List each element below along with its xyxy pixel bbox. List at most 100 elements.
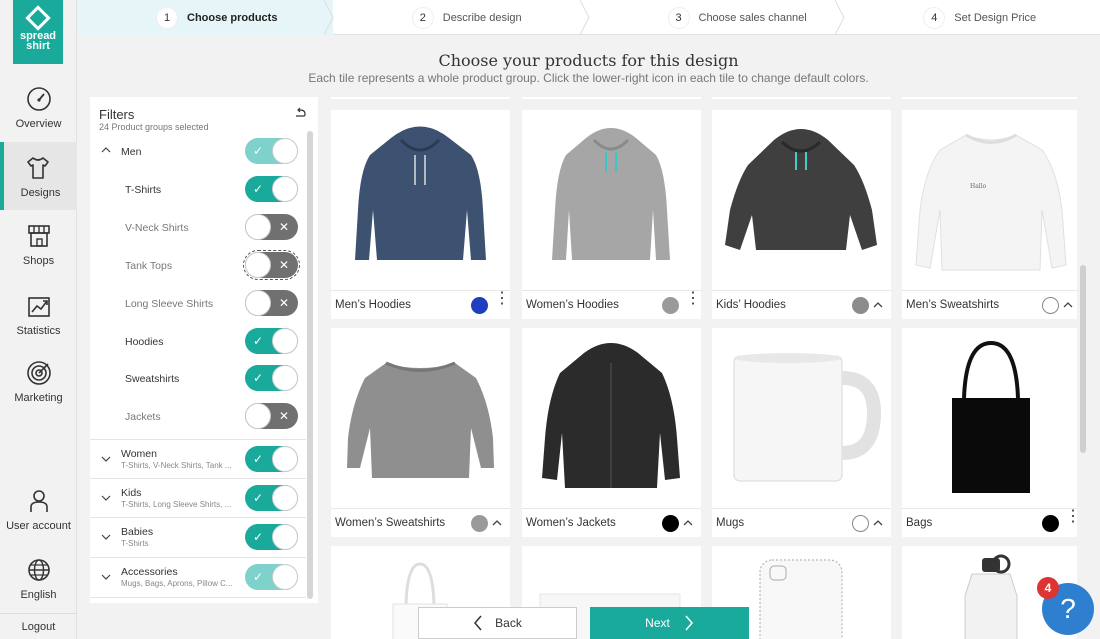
product-tile[interactable]: Men’s Hoodies ⋮	[331, 110, 510, 319]
color-swatch[interactable]	[1042, 515, 1059, 532]
product-tile[interactable]: Women’s Sweatshirts	[331, 328, 510, 537]
step-set-design-price[interactable]: 4 Set Design Price	[844, 0, 1100, 35]
toggle-kids[interactable]: ✓	[245, 485, 298, 511]
toggle-women[interactable]: ✓	[245, 446, 298, 472]
toggle-men-tank-tops[interactable]: ✕	[243, 250, 300, 280]
chevron-up-icon[interactable]	[492, 516, 502, 530]
toggle-men-jackets[interactable]: ✕	[245, 403, 298, 429]
toggle-accessories[interactable]: ✓	[245, 564, 298, 590]
chevron-up-icon[interactable]	[873, 516, 883, 530]
check-icon: ✓	[253, 144, 264, 158]
hoodie-image	[552, 128, 670, 260]
filter-group-babies[interactable]: Babies T-Shirts ✓	[90, 524, 306, 552]
chevron-up-icon[interactable]	[1063, 298, 1073, 312]
divider	[90, 557, 306, 558]
more-icon[interactable]: ⋮	[1065, 509, 1077, 525]
step-describe-design[interactable]: 2 Describe design	[333, 0, 590, 35]
chevron-down-icon[interactable]	[101, 495, 111, 501]
chevron-up-icon[interactable]	[101, 147, 111, 153]
logo-diamond-icon	[25, 5, 51, 31]
product-tile[interactable]: Women’s Hoodies ⋮	[522, 110, 701, 319]
toggle-men-hoodies[interactable]: ✓	[245, 328, 298, 354]
color-swatch[interactable]	[852, 297, 869, 314]
jacket-image	[542, 343, 680, 488]
product-tile[interactable]: Women’s Jackets	[522, 328, 701, 537]
filter-item-vneck-shirts: V-Neck Shirts ✕	[90, 214, 306, 242]
logout-link[interactable]: Logout	[0, 613, 77, 639]
check-icon: ✓	[253, 491, 264, 505]
speedometer-icon	[26, 87, 51, 111]
storefront-icon	[27, 225, 50, 247]
color-swatch[interactable]	[471, 515, 488, 532]
nav-item-shops[interactable]: Shops	[0, 223, 77, 291]
nav-item-statistics[interactable]: Statistics	[0, 293, 77, 361]
product-tile[interactable]: Bags ⋮	[902, 328, 1077, 537]
chevron-left-icon	[474, 615, 482, 631]
color-swatch[interactable]	[1042, 297, 1059, 314]
nav-item-user-account[interactable]: User account	[0, 488, 77, 556]
color-swatch[interactable]	[852, 515, 869, 532]
filter-item-tshirts: T-Shirts ✓	[90, 176, 306, 204]
x-icon: ✕	[278, 258, 289, 272]
chevron-up-icon[interactable]	[683, 516, 693, 530]
chevron-down-icon[interactable]	[101, 456, 111, 462]
chevron-up-icon[interactable]	[873, 298, 883, 312]
filter-item-long-sleeve: Long Sleeve Shirts ✕	[90, 290, 306, 318]
divider	[90, 517, 306, 518]
next-button[interactable]: Next	[590, 607, 749, 639]
hoodie-image	[355, 126, 486, 260]
filters-title: Filters	[99, 107, 135, 122]
divider	[90, 478, 306, 479]
check-icon: ✓	[253, 334, 264, 348]
chevron-down-icon[interactable]	[101, 574, 111, 580]
spreadshirt-logo[interactable]: spread shirt	[13, 0, 63, 64]
filter-group-men[interactable]: Men ✓	[90, 138, 306, 166]
grid-scrollbar[interactable]	[1080, 265, 1086, 453]
step-choose-sales-channel[interactable]: 3 Choose sales channel	[589, 0, 845, 35]
left-nav: spread shirt Overview Designs Shops Stat…	[0, 0, 77, 639]
toggle-men-long-sleeve[interactable]: ✕	[245, 290, 298, 316]
more-icon[interactable]: ⋮	[685, 291, 701, 307]
globe-icon	[27, 559, 50, 581]
bag-image	[952, 340, 1030, 493]
product-image	[712, 110, 891, 290]
product-image	[522, 328, 701, 508]
divider	[90, 597, 306, 598]
product-tile[interactable]: Mugs	[712, 328, 891, 537]
color-swatch[interactable]	[662, 515, 679, 532]
step-choose-products[interactable]: 1 Choose products	[77, 0, 334, 35]
product-image	[712, 328, 891, 508]
check-icon: ✓	[253, 570, 264, 584]
product-tile-partial	[902, 97, 1077, 99]
filters-scrollbar[interactable]	[307, 131, 313, 599]
toggle-men-vneck[interactable]: ✕	[245, 214, 298, 240]
product-image	[331, 328, 510, 508]
filter-item-sweatshirts: Sweatshirts ✓	[90, 365, 306, 393]
nav-item-designs[interactable]: Designs	[0, 142, 77, 210]
hoodie-image	[725, 129, 877, 250]
check-icon: ✓	[253, 182, 264, 196]
product-tile[interactable]: Hallo Men’s Sweatshirts	[902, 110, 1077, 319]
toggle-men-tshirts[interactable]: ✓	[245, 176, 298, 202]
back-button[interactable]: Back	[418, 607, 577, 639]
more-icon[interactable]: ⋮	[494, 291, 510, 307]
toggle-babies[interactable]: ✓	[245, 524, 298, 550]
color-swatch[interactable]	[662, 297, 679, 314]
wizard-steps: 1 Choose products 2 Describe design 3 Ch…	[77, 0, 1100, 35]
reset-icon[interactable]	[294, 107, 306, 119]
filter-group-accessories[interactable]: Accessories Mugs, Bags, Aprons, Pillow C…	[90, 564, 306, 592]
product-tile-partial	[522, 97, 701, 99]
product-tile[interactable]: Kids’ Hoodies	[712, 110, 891, 319]
nav-item-marketing[interactable]: Marketing	[0, 360, 77, 428]
color-swatch[interactable]	[471, 297, 488, 314]
chevron-down-icon[interactable]	[101, 534, 111, 540]
product-image: Hallo	[902, 110, 1077, 290]
toggle-men-sweatshirts[interactable]: ✓	[245, 365, 298, 391]
user-icon	[29, 490, 48, 512]
mug-image	[733, 353, 882, 482]
x-icon: ✕	[278, 296, 289, 310]
product-image	[331, 110, 510, 290]
toggle-men[interactable]: ✓	[245, 138, 298, 164]
filter-group-women[interactable]: Women T-Shirts, V-Neck Shirts, Tank ... …	[90, 446, 306, 474]
filter-group-kids[interactable]: Kids T-Shirts, Long Sleeve Shirts, ... ✓	[90, 485, 306, 513]
